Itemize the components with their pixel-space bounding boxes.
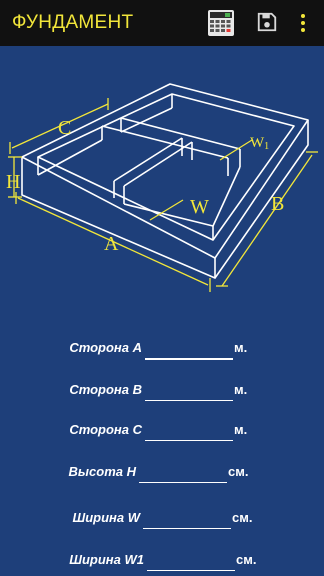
height-h-label: Высота H — [68, 464, 136, 479]
app-bar: ФУНДАМЕНТ — [0, 0, 324, 46]
app-title: ФУНДАМЕНТ — [12, 12, 134, 33]
side-b-label: Сторона B — [69, 382, 142, 397]
width-w1-unit: см. — [236, 552, 257, 567]
label-w: W — [190, 196, 209, 218]
label-c: C — [58, 117, 71, 139]
label-w1: W1 — [250, 135, 269, 152]
side-a-label: Сторона A — [69, 340, 142, 355]
width-w-input[interactable] — [143, 508, 231, 529]
height-h-unit: см. — [228, 464, 249, 479]
side-a-input[interactable] — [145, 338, 233, 360]
side-b-input[interactable] — [145, 380, 233, 401]
width-w1-input[interactable] — [147, 550, 235, 571]
side-a-unit: м. — [234, 340, 248, 355]
inner-floor-line — [212, 166, 241, 227]
side-c-unit: м. — [234, 422, 248, 437]
side-b-unit: м. — [234, 382, 248, 397]
width-w-row: Ширина W см. — [0, 508, 324, 532]
label-a: A — [104, 233, 119, 255]
height-h-input[interactable] — [139, 462, 227, 483]
height-h-row: Высота H см. — [0, 462, 324, 486]
save-icon[interactable] — [256, 11, 278, 33]
width-w1-label: Ширина W1 — [69, 552, 144, 567]
side-c-row: Сторона C м. — [0, 420, 324, 444]
side-b-row: Сторона B м. — [0, 380, 324, 404]
dimension-line-w1 — [219, 139, 253, 161]
width-w1-row: Ширина W1 см. — [0, 550, 324, 574]
width-w-unit: см. — [232, 510, 253, 525]
side-c-input[interactable] — [145, 420, 233, 441]
side-a-row: Сторона A м. — [0, 338, 324, 362]
foundation-diagram: A B C H W W1 — [6, 83, 318, 292]
width-w-label: Ширина W — [72, 510, 140, 525]
more-vert-icon[interactable] — [298, 12, 308, 34]
partition-line — [113, 137, 183, 182]
label-b: B — [271, 193, 284, 215]
side-c-label: Сторона C — [69, 422, 142, 437]
partition-line — [120, 117, 241, 150]
outer-top-outline — [21, 83, 309, 259]
calculator-icon[interactable] — [207, 9, 235, 37]
label-w1-subscript: 1 — [264, 141, 269, 152]
outer-front-wall — [21, 157, 216, 279]
dimension-line-b — [221, 154, 313, 287]
label-h: H — [6, 171, 20, 193]
